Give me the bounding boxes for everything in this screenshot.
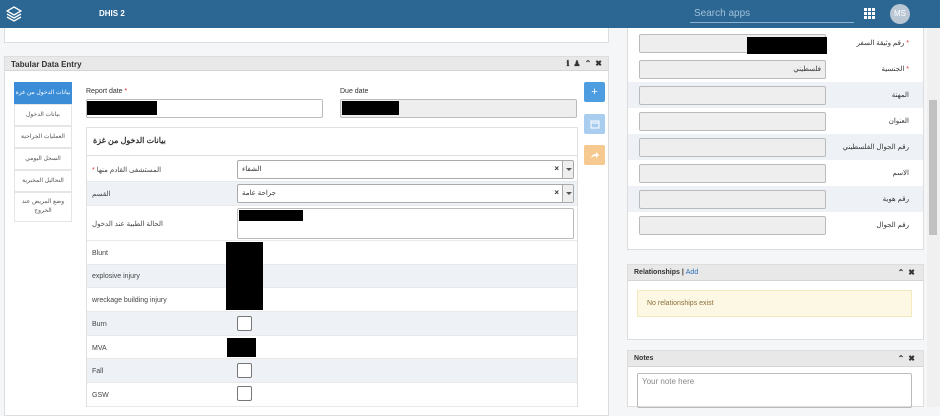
redacted-block — [227, 338, 256, 357]
user-avatar[interactable]: MS — [890, 4, 910, 24]
top-panel — [4, 28, 609, 43]
hospital-select[interactable]: الشفاء × — [237, 160, 574, 179]
chevron-up-icon[interactable]: ⌃ — [585, 59, 592, 68]
chevron-up-icon[interactable]: ⌃ — [898, 268, 905, 277]
mobile-input[interactable] — [639, 216, 826, 235]
redacted-block — [87, 101, 157, 115]
chevron-down-icon[interactable] — [562, 185, 573, 202]
widget-title: Tabular Data Entry — [11, 60, 82, 69]
form-row-condition: الحالة الطبية عند الدخول — [87, 206, 577, 241]
redacted-block — [226, 242, 263, 310]
profile-field-occupation: المهنة — [628, 82, 923, 108]
fall-checkbox[interactable] — [237, 363, 252, 378]
report-date-label: Report date * — [86, 88, 128, 95]
close-icon[interactable]: ✖ — [908, 268, 915, 277]
calendar-icon — [590, 120, 599, 129]
share-icon — [590, 152, 599, 158]
tab-surgeries[interactable]: العمليات الجراحية — [14, 126, 72, 148]
address-input[interactable] — [639, 112, 826, 131]
top-bar: DHIS 2 Search apps MS — [0, 0, 940, 28]
section-select[interactable]: جراحة عامة × — [237, 184, 574, 203]
form-row-fall: Fall — [87, 359, 577, 383]
data-entry-form: بيانات الدخول من غزة * المستشفى القادم م… — [86, 127, 578, 407]
apps-grid-icon[interactable] — [864, 8, 875, 19]
tab-daily-log[interactable]: السجل اليومي — [14, 148, 72, 170]
notes-panel: Notes ⌃ ✖ Your note here — [627, 350, 924, 408]
name-input[interactable] — [639, 164, 826, 183]
form-row-section: القسم جراحة عامة × — [87, 182, 577, 206]
user-icon[interactable]: ♟ — [573, 59, 580, 68]
search-apps-input[interactable]: Search apps — [690, 6, 854, 23]
chevron-down-icon[interactable] — [562, 161, 573, 178]
form-row-wreckage: wreckage building injury — [87, 288, 577, 312]
dhis2-logo-icon[interactable] — [6, 6, 22, 22]
clear-icon[interactable]: × — [554, 164, 559, 173]
clear-icon[interactable]: × — [554, 188, 559, 197]
form-row-blunt: Blunt — [87, 241, 577, 265]
profile-field-id-number: رقم هوية — [628, 186, 923, 212]
tab-gaza-admission[interactable]: بيانات الدخول من غزة — [14, 82, 72, 104]
form-title: بيانات الدخول من غزة — [87, 128, 577, 156]
no-relationships-alert: No relationships exist — [637, 290, 912, 317]
tab-admission[interactable]: بيانات الدخول — [14, 104, 72, 126]
relationships-panel: Relationships | Add ⌃ ✖ No relationships… — [627, 264, 924, 340]
profile-field-nationality: فلسطيني الجنسية * — [628, 56, 923, 82]
nationality-input[interactable]: فلسطيني — [639, 60, 826, 79]
gsw-checkbox[interactable] — [237, 386, 252, 401]
info-icon[interactable]: ℹ — [566, 59, 569, 68]
calendar-button[interactable] — [584, 114, 605, 134]
redacted-block — [239, 210, 303, 221]
id-number-input[interactable] — [639, 190, 826, 209]
chevron-up-icon[interactable]: ⌃ — [898, 354, 905, 363]
add-relationship-link[interactable]: Add — [686, 269, 698, 276]
profile-field-travel-doc: رقم وثيقة السفر * — [628, 30, 923, 56]
form-row-hospital: * المستشفى القادم منها الشفاء × — [87, 158, 577, 182]
form-row-burn: Burn — [87, 312, 577, 336]
occupation-input[interactable] — [639, 86, 826, 105]
redacted-block — [747, 37, 827, 54]
tab-discharge-status[interactable]: وضع المريض عند الخروج — [14, 192, 72, 222]
burn-checkbox[interactable] — [237, 316, 252, 331]
redacted-block — [342, 101, 399, 115]
profile-field-address: العنوان — [628, 108, 923, 134]
share-button[interactable] — [584, 145, 605, 165]
note-textarea[interactable]: Your note here — [637, 373, 912, 408]
profile-field-mobile: رقم الجوال — [628, 212, 923, 238]
notes-title: Notes — [634, 355, 654, 362]
profile-panel: رقم وثيقة السفر * فلسطيني الجنسية * المه… — [627, 28, 924, 250]
profile-field-name: الاسم — [628, 160, 923, 186]
form-row-mva: MVA — [87, 336, 577, 359]
profile-field-pal-mobile: رقم الجوال الفلسطيني — [628, 134, 923, 160]
form-row-explosive: explosive injury — [87, 265, 577, 288]
due-date-label: Due date — [340, 88, 369, 95]
close-icon[interactable]: ✖ — [595, 59, 602, 68]
add-button[interactable]: + — [584, 82, 605, 102]
widget-header: Tabular Data Entry ℹ ♟ ⌃ ✖ — [5, 57, 608, 71]
form-row-gsw: GSW — [87, 383, 577, 407]
tab-lab-tests[interactable]: التحاليل المخبرية — [14, 170, 72, 192]
scrollbar-thumb[interactable] — [929, 100, 937, 235]
relationships-title: Relationships — [634, 269, 680, 276]
app-title: DHIS 2 — [99, 9, 125, 18]
close-icon[interactable]: ✖ — [908, 354, 915, 363]
pal-mobile-input[interactable] — [639, 138, 826, 157]
